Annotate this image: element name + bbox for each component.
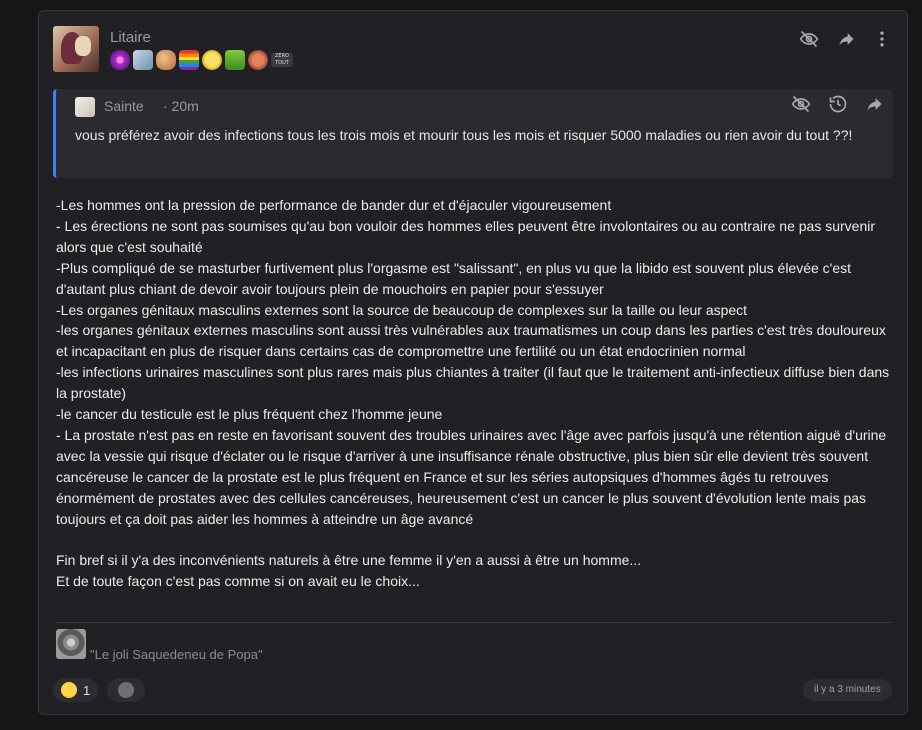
more-icon[interactable] [870,27,894,51]
share-icon[interactable] [834,27,858,51]
green-badge[interactable] [225,50,245,70]
signature-image [56,629,86,659]
message-line: -Les organes génitaux masculins externes… [56,301,748,318]
history-icon[interactable] [826,92,850,116]
badge-list: ZÉRO TOUT [110,49,293,71]
avatar-shape [75,36,91,56]
quote-author-name[interactable]: Sainte [104,98,144,114]
laughing-emoji [61,682,77,698]
message-line: -Les hommes ont la pression de performan… [56,197,612,213]
character-badge[interactable] [133,50,153,70]
author-name[interactable]: Litaire [110,29,151,46]
message-line: Et de toute façon c'est pas comme si on … [56,573,420,590]
post-card: Litaire ZÉRO TOUT Sainte · 20m vous préf… [38,10,908,715]
signature-divider [56,622,892,623]
figure-badge[interactable] [156,50,176,70]
message-line: -le cancer du testicule est le plus fréq… [56,406,443,423]
message-line: -les infections urinaires masculines son… [56,364,890,402]
quoted-message: Sainte · 20m vous préférez avoir des inf… [53,89,893,178]
rainbow-flag-badge[interactable] [179,50,199,70]
add-reaction-button[interactable] [107,678,145,702]
smiley-badge[interactable] [202,50,222,70]
share-icon[interactable] [862,92,886,116]
message-line: - La prostate n'est pas en reste en favo… [56,426,887,527]
quote-text: vous préférez avoir des infections tous … [75,127,853,143]
message-line: Fin bref si il y'a des inconvénients nat… [56,552,642,569]
reaction-count: 1 [83,682,91,698]
reaction-laughing[interactable]: 1 [53,678,99,702]
post-timestamp: il y a 3 minutes [803,679,892,701]
signature-text: "Le joli Saquedeneu de Popa" [90,647,263,662]
author-avatar[interactable] [53,26,99,72]
text-badge[interactable]: ZÉRO TOUT [271,53,293,67]
message-body: -Les hommes ont la pression de performan… [56,195,901,592]
spiral-badge[interactable] [110,50,130,70]
face-badge[interactable] [248,50,268,70]
message-line: -Plus compliqué de se masturber furtivem… [56,259,852,297]
quote-time: · 20m [163,98,199,114]
hide-icon[interactable] [789,92,813,116]
add-reaction-icon [118,682,134,698]
hide-icon[interactable] [797,27,821,51]
quote-author-avatar[interactable] [75,97,95,117]
message-line: -les organes génitaux externes masculins… [56,322,886,360]
message-line: - Les érections ne sont pas soumises qu'… [56,217,876,255]
